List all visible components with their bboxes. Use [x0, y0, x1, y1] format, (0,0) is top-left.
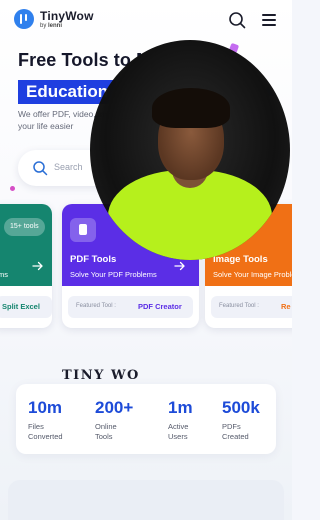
hamburger-menu-button[interactable]: [262, 12, 278, 26]
stat-label-line: Converted: [28, 432, 63, 441]
stat-files-converted: 10m Files Converted: [28, 398, 63, 442]
stat-label-line: Files: [28, 422, 44, 431]
header-search-button[interactable]: [228, 11, 246, 29]
stat-label: Online Tools: [95, 422, 133, 442]
search-icon: [33, 161, 48, 176]
featured-tool-name: Split Excel: [2, 302, 40, 311]
stat-online-tools: 200+ Online Tools: [95, 398, 133, 442]
stat-label-line: Created: [222, 432, 249, 441]
stat-pdfs-created: 500k PDFs Created: [222, 398, 260, 442]
card-description: Solve Your Image Proble: [213, 270, 292, 279]
stat-value: 200+: [95, 398, 134, 417]
brand-sub-prefix: by: [40, 22, 47, 29]
featured-tool-name: Re: [281, 302, 291, 311]
featured-tool-name: PDF Creator: [138, 302, 182, 311]
stat-value: 500k: [222, 398, 260, 417]
stat-label: PDFs Created: [222, 422, 260, 442]
stat-label-line: PDFs: [222, 422, 241, 431]
brand-byline: by lenni: [40, 23, 94, 29]
stat-label-line: Tools: [95, 432, 113, 441]
stats-panel: 10m Files Converted 200+ Online Tools 1m…: [16, 384, 276, 454]
featured-tool-link[interactable]: Split Excel: [0, 296, 52, 318]
logo-mark-icon: [14, 9, 34, 29]
hamburger-menu-icon-bar: [262, 14, 276, 16]
person-hair: [152, 88, 230, 128]
tools-count-badge: 15+ tools: [4, 218, 45, 236]
decor-dot-icon: [10, 186, 15, 191]
featured-tool-label: Featured Tool :: [76, 303, 116, 309]
stat-label-line: Active: [168, 422, 189, 431]
tinywow-logo[interactable]: TinyWow by lenni: [14, 9, 94, 29]
arrow-right-icon: [32, 261, 43, 271]
next-section-panel: [8, 480, 284, 520]
stat-value: 10m: [28, 398, 63, 417]
webcam-person-overlay: [90, 40, 290, 260]
search-placeholder: Search: [54, 162, 83, 172]
hamburger-menu-icon-bar: [262, 24, 276, 26]
brand-sub-name: lenni: [48, 22, 63, 29]
stat-active-users: 1m Active Users: [168, 398, 193, 442]
pdf-file-icon: [70, 218, 96, 242]
search-icon: [229, 12, 246, 29]
featured-tool-label: Featured Tool :: [219, 303, 259, 309]
hamburger-menu-icon-bar: [262, 19, 276, 21]
card-description: Solve Your PDF Problems: [70, 270, 157, 279]
page: TinyWow by lenni Free Tools to Make Educ…: [0, 0, 292, 520]
stat-label-line: Online: [95, 422, 117, 431]
logo-text: TinyWow by lenni: [40, 10, 94, 29]
stat-label-line: Users: [168, 432, 188, 441]
stat-value: 1m: [168, 398, 193, 417]
arrow-right-icon: [174, 261, 185, 271]
top-navbar: TinyWow by lenni: [0, 0, 292, 40]
featured-tool-link[interactable]: Featured Tool : PDF Creator: [68, 296, 193, 318]
stat-label: Active Users: [168, 422, 193, 442]
tool-card-excel[interactable]: 15+ tools ms Split Excel: [0, 204, 52, 328]
card-header: 15+ tools ms: [0, 204, 52, 286]
featured-tool-link[interactable]: Featured Tool : Re: [211, 296, 292, 318]
card-description: ms: [0, 270, 8, 279]
video-watermark: TINY WO: [62, 368, 140, 383]
brand-name: TinyWow: [40, 8, 94, 23]
stat-label: Files Converted: [28, 422, 63, 442]
